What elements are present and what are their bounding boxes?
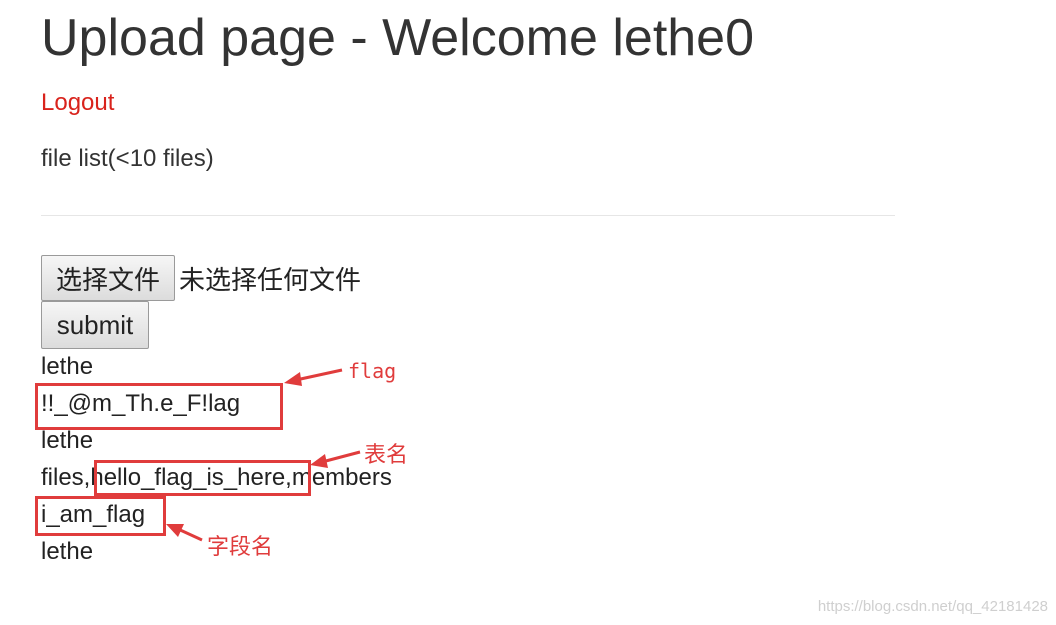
flag-highlight-box [35,383,283,430]
output-line-1: lethe [41,353,94,380]
choose-file-button[interactable]: 选择文件 [41,255,176,301]
field-arrow-line [177,527,203,542]
tables-prefix: files, [41,464,91,491]
file-input[interactable]: 选择文件 未选择任何文件 [41,255,361,301]
output-line-3: lethe [41,427,94,454]
page-title: Upload page - Welcome lethe0 [41,9,755,67]
flag-arrow-line [295,368,343,382]
no-file-chosen-text: 未选择任何文件 [179,265,362,296]
table-arrow-line [321,450,361,464]
flag-annotation: flag [348,359,397,383]
watermark: https://blog.csdn.net/qq_42181428 [817,598,1048,615]
output-line-6: lethe [41,538,94,565]
field-name-annotation: 字段名 [207,535,274,560]
divider [41,215,895,216]
flag-arrowhead [284,372,302,386]
field-arrowhead [166,524,184,537]
table-name-annotation: 表名 [364,443,409,468]
field-highlight-box [35,496,166,536]
table-highlight-box [94,460,311,496]
submit-button[interactable]: submit [41,301,149,349]
file-list-label: file list(<10 files) [41,145,214,172]
logout-link[interactable]: Logout [41,88,114,118]
